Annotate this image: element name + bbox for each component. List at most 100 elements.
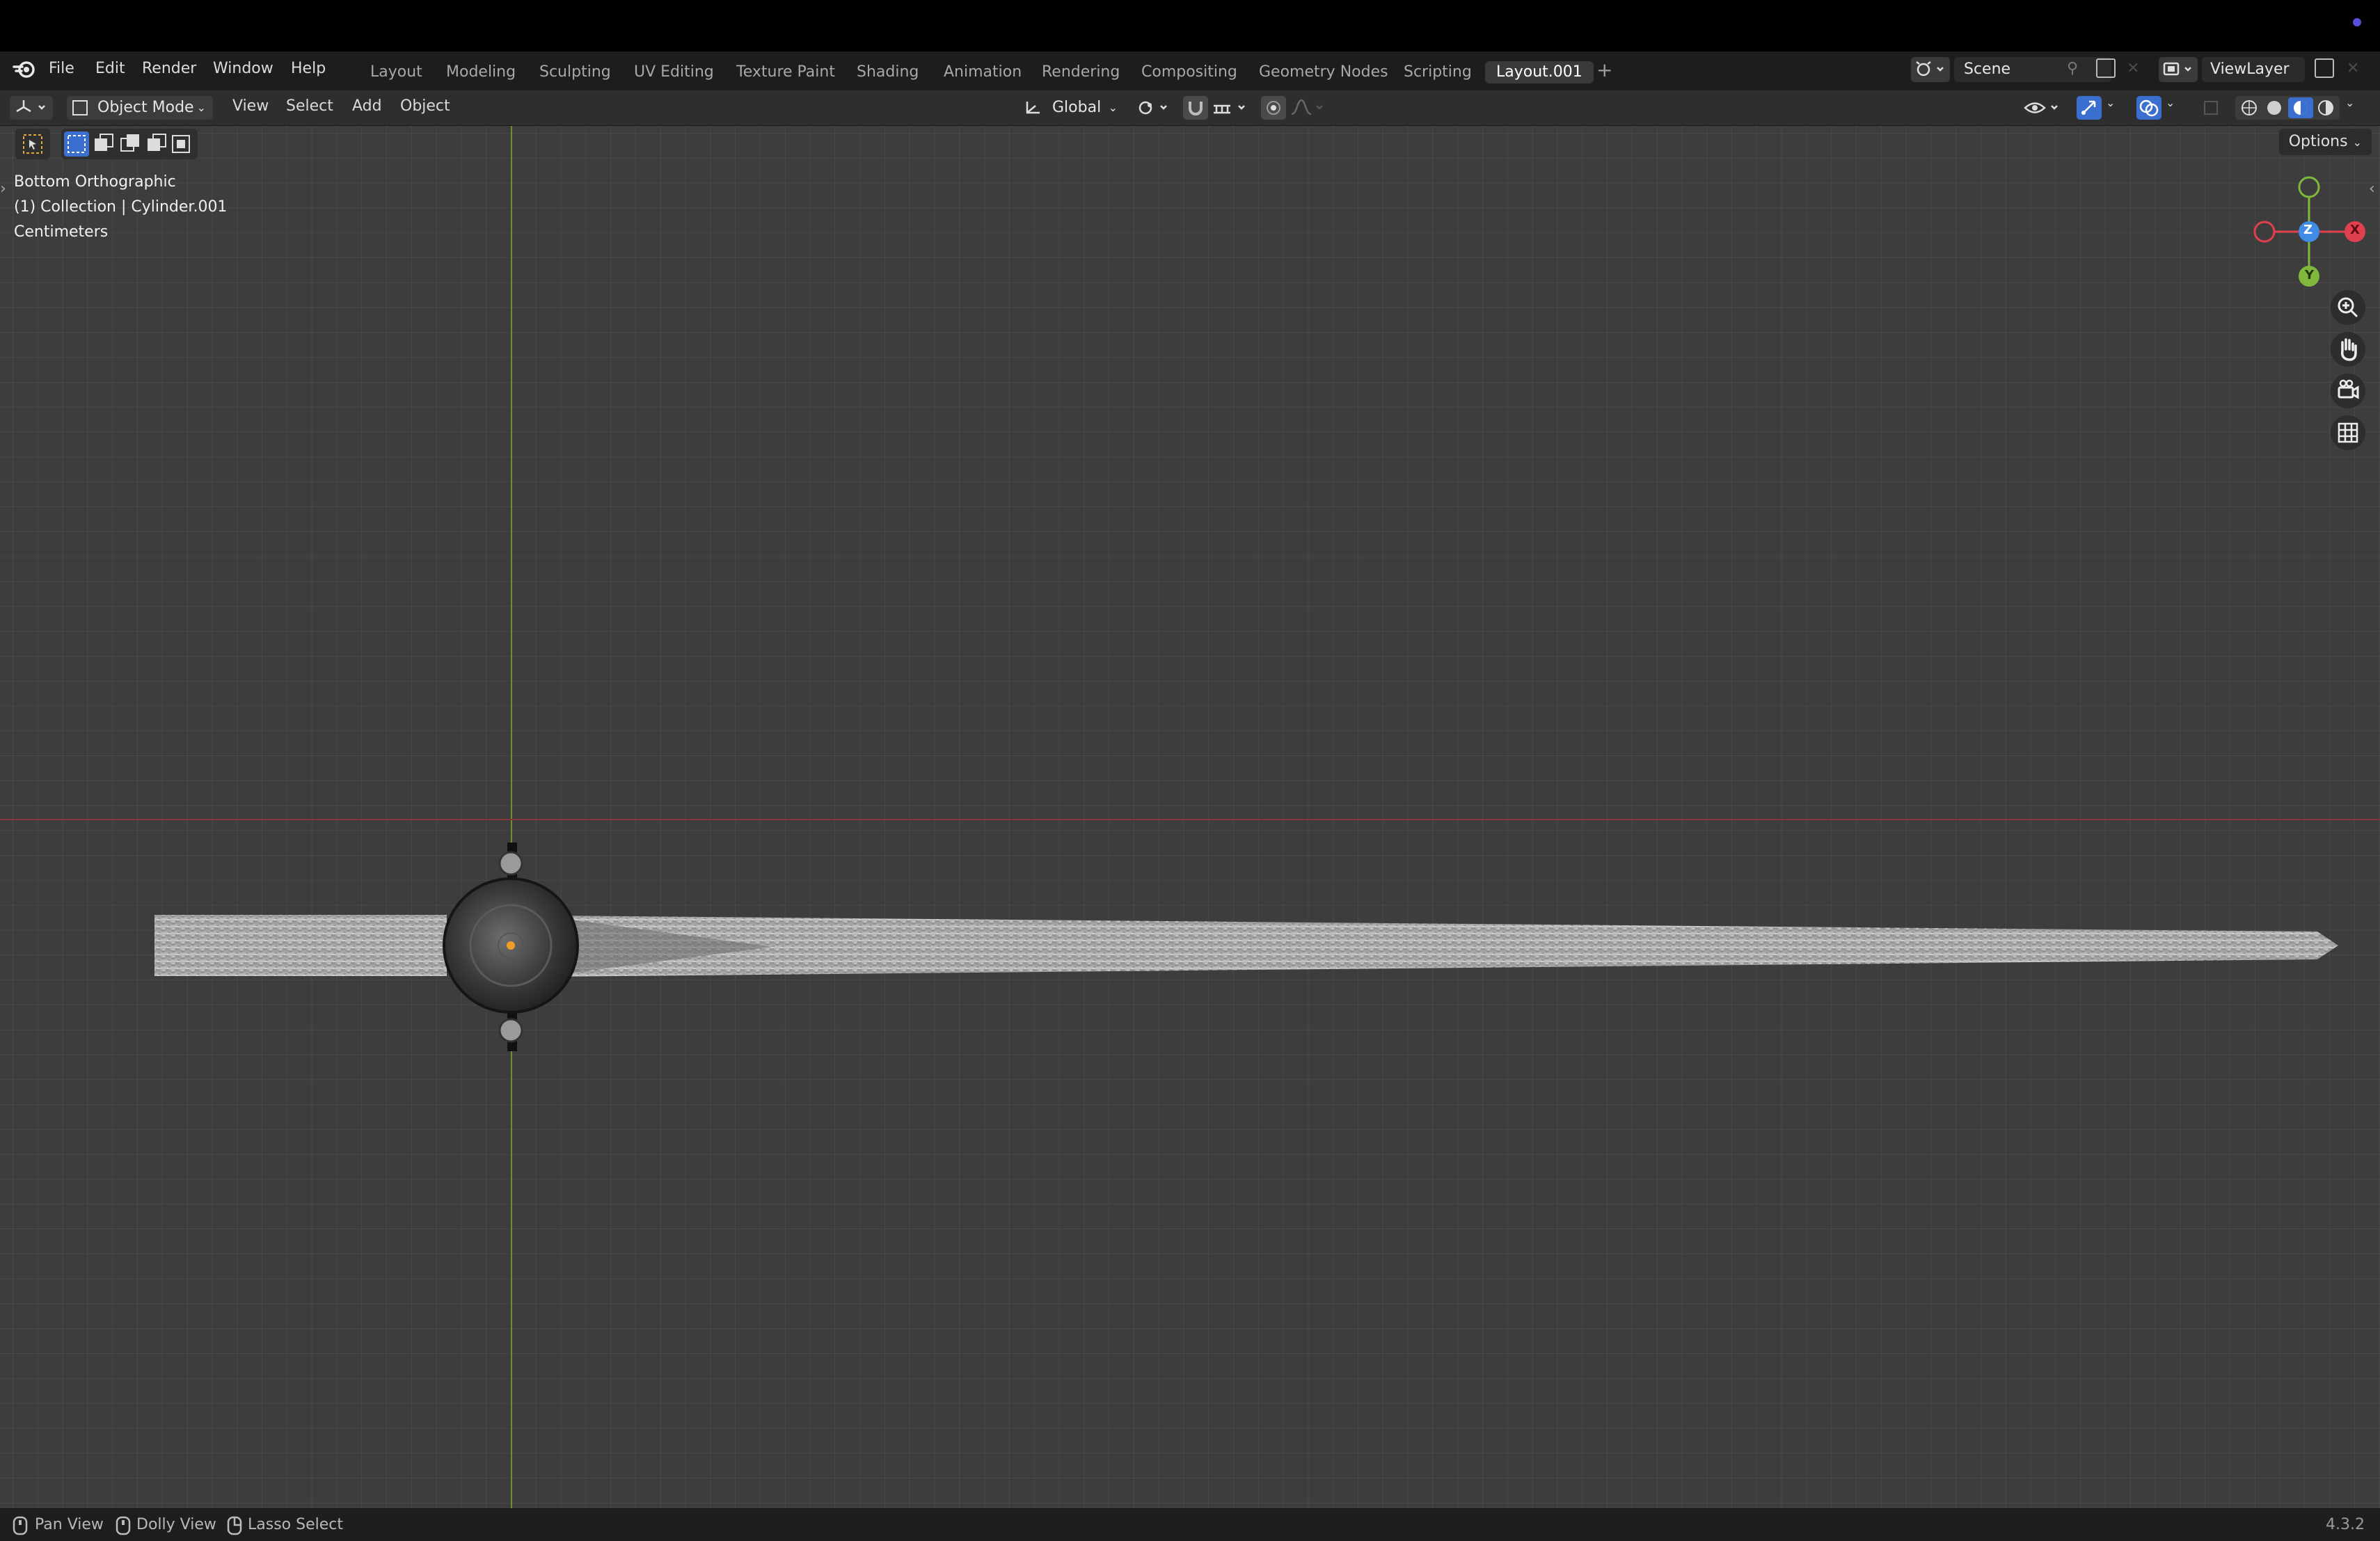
gizmo-z-label: Z <box>2303 223 2313 237</box>
view-layer-name-field[interactable]: ViewLayer <box>2202 57 2305 82</box>
object-mode-label: Object Mode <box>97 99 194 116</box>
status-dot-icon <box>2353 18 2361 26</box>
add-workspace-plus-icon[interactable]: + <box>1596 58 1612 81</box>
tab-geometry-nodes[interactable]: Geometry Nodes <box>1248 61 1399 83</box>
select-box-icon <box>23 134 42 154</box>
falloff-curve-icon <box>1291 99 1323 115</box>
view-layer-icon <box>2163 62 2191 76</box>
new-scene-icon[interactable] <box>2096 58 2116 78</box>
options-dropdown[interactable]: Options ⌄ <box>2278 129 2372 155</box>
scene-name-field[interactable]: Scene <box>1954 57 2111 82</box>
overlays-toggle[interactable] <box>2136 96 2161 120</box>
mouse-middle-icon <box>13 1516 28 1535</box>
status-bar: Pan View Dolly View Lasso Select 4.3.2 <box>0 1508 2380 1541</box>
selection-mode-icons[interactable] <box>61 129 198 159</box>
handle-mesh <box>154 915 447 976</box>
header-menu-object[interactable]: Object <box>400 97 450 115</box>
overlays-icon <box>2139 99 2159 117</box>
guard-knob-top <box>498 851 523 876</box>
hand-icon <box>2340 338 2357 361</box>
zoom-button[interactable] <box>2331 290 2365 325</box>
guard-knob-bottom <box>498 1018 523 1043</box>
object-mode-icon <box>72 100 88 115</box>
snap-toggle[interactable] <box>1183 96 1208 120</box>
mouse-ctrl-middle-icon <box>116 1516 131 1535</box>
header-menu-add[interactable]: Add <box>352 97 382 115</box>
blender-logo-icon[interactable] <box>13 58 38 79</box>
pin-scene-icon[interactable]: ⚲ <box>2067 60 2078 77</box>
3d-viewport[interactable]: Bottom Orthographic (1) Collection | Cyl… <box>0 126 2380 1508</box>
scene-name-label: Scene <box>1964 61 2011 78</box>
sword-object-render[interactable] <box>146 710 2345 1058</box>
header-menu-select[interactable]: Select <box>286 97 333 115</box>
selection-mode-group <box>61 129 198 159</box>
xray-icon <box>2204 101 2218 115</box>
options-label: Options <box>2288 133 2348 150</box>
object-mode-dropdown[interactable]: Object Mode ⌄ <box>67 96 213 120</box>
status-pan-view: Pan View <box>35 1516 104 1533</box>
tab-compositing[interactable]: Compositing <box>1130 61 1248 83</box>
shading-mode-icons <box>2242 97 2333 118</box>
3d-viewport-icon <box>16 100 45 113</box>
menu-window[interactable]: Window <box>213 60 273 77</box>
tab-animation[interactable]: Animation <box>933 61 1033 83</box>
chevron-down-icon: ⌄ <box>2352 136 2362 149</box>
toggle-perspective-button[interactable] <box>2331 415 2365 450</box>
menu-render[interactable]: Render <box>142 60 196 77</box>
visibility-dropdown[interactable] <box>2022 96 2065 120</box>
status-lasso-select: Lasso Select <box>248 1516 343 1533</box>
tab-shading[interactable]: Shading <box>846 61 930 83</box>
scene-icon <box>1916 61 1944 77</box>
menu-edit[interactable]: Edit <box>95 60 125 77</box>
camera-view-button[interactable] <box>2331 374 2365 408</box>
tab-rendering[interactable]: Rendering <box>1031 61 1131 83</box>
select-box-tool-button[interactable] <box>15 129 50 159</box>
tab-modeling[interactable]: Modeling <box>435 61 527 83</box>
menu-help[interactable]: Help <box>291 60 326 77</box>
editor-type-dropdown[interactable] <box>10 96 53 120</box>
proportional-editing-toggle[interactable] <box>1261 96 1286 120</box>
viewport-header: Object Mode ⌄ View Select Add Object Glo… <box>0 90 2380 126</box>
gizmo-icon <box>2081 100 2096 115</box>
chevron-down-icon: ⌄ <box>1108 101 1118 114</box>
shading-mode-group <box>2235 96 2340 120</box>
gizmo-negative-x-handle <box>2253 221 2276 243</box>
camera-icon <box>2338 379 2359 399</box>
chevron-down-icon: ⌄ <box>196 101 206 114</box>
window-top-strip <box>0 0 2380 51</box>
tab-layout-001[interactable]: Layout.001 <box>1485 61 1594 83</box>
falloff-dropdown[interactable] <box>1287 96 1329 120</box>
pivot-icon <box>1139 101 1167 115</box>
view-layer-type-dropdown[interactable] <box>2159 57 2198 82</box>
snap-target-dropdown[interactable] <box>1209 96 1253 120</box>
delete-scene-icon[interactable]: ✕ <box>2127 60 2139 77</box>
toolbar-toggle-chevron-icon[interactable]: › <box>0 180 6 198</box>
snap-increment-icon <box>1214 104 1245 114</box>
gizmo-negative-y-handle <box>2298 176 2320 198</box>
collection-info-label: (1) Collection | Cylinder.001 <box>14 198 228 216</box>
gizmo-toggle[interactable] <box>2077 96 2102 120</box>
tab-uv-editing[interactable]: UV Editing <box>623 61 725 83</box>
scene-type-dropdown[interactable] <box>1911 57 1950 82</box>
delete-view-layer-icon[interactable]: ✕ <box>2347 60 2359 77</box>
gizmo-x-label: X <box>2350 223 2360 237</box>
mouse-right-icon <box>227 1516 242 1535</box>
new-view-layer-icon[interactable] <box>2315 58 2334 78</box>
pan-button[interactable] <box>2331 332 2365 367</box>
shading-chevron-down-icon[interactable]: ⌄ <box>2345 96 2354 109</box>
gizmo-chevron-down-icon[interactable]: ⌄ <box>2106 96 2115 109</box>
overlays-chevron-down-icon[interactable]: ⌄ <box>2166 96 2175 109</box>
tab-scripting[interactable]: Scripting <box>1393 61 1483 83</box>
pivot-point-dropdown[interactable] <box>1134 96 1173 120</box>
units-label: Centimeters <box>14 223 109 241</box>
menu-file[interactable]: File <box>49 60 74 77</box>
xray-toggle[interactable] <box>2199 96 2224 120</box>
eye-icon <box>2024 102 2058 113</box>
view-layer-name-label: ViewLayer <box>2210 61 2290 78</box>
tab-layout[interactable]: Layout <box>359 61 434 83</box>
version-label: 4.3.2 <box>2326 1516 2365 1533</box>
tab-sculpting[interactable]: Sculpting <box>528 61 622 83</box>
transform-orientation-dropdown[interactable]: Global ⌄ <box>1019 96 1123 120</box>
tab-texture-paint[interactable]: Texture Paint <box>725 61 846 83</box>
header-menu-view[interactable]: View <box>232 97 269 115</box>
